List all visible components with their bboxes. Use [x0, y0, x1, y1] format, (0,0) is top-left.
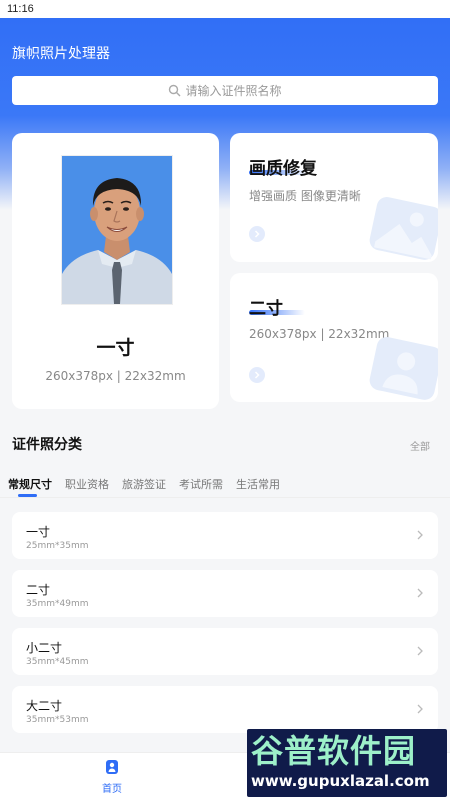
featured-card-one-inch[interactable]: 一寸 260x378px | 22x32mm — [12, 133, 219, 409]
list-item[interactable]: 小二寸 35mm*45mm — [12, 628, 438, 675]
list-item[interactable]: 一寸 25mm*35mm — [12, 512, 438, 559]
featured-main-subtitle: 260x378px | 22x32mm — [45, 369, 186, 383]
list-item[interactable]: 二寸 35mm*49mm — [12, 570, 438, 617]
person-deco-icon — [369, 337, 438, 400]
search-input[interactable]: 请输入证件照名称 — [12, 76, 438, 105]
sample-portrait — [61, 155, 173, 305]
active-tab-indicator — [18, 494, 37, 497]
item-name: 一寸 — [26, 525, 51, 539]
item-name: 二寸 — [26, 583, 51, 597]
search-icon — [169, 84, 181, 97]
watermark-title: 谷普软件园 — [251, 732, 417, 770]
status-time: 11:16 — [7, 3, 34, 15]
repair-arrow-button[interactable] — [249, 226, 265, 242]
chevron-right-icon — [417, 530, 423, 540]
two-inch-title: 二寸 — [249, 299, 283, 319]
item-size: 25mm*35mm — [26, 541, 89, 551]
chevron-right-icon — [417, 704, 423, 714]
repair-subtitle: 增强画质 图像更清晰 — [249, 189, 361, 203]
watermark-url: www.gupuxlazal.com — [251, 772, 430, 790]
item-name: 大二寸 — [26, 699, 63, 713]
chevron-right-icon — [417, 646, 423, 656]
search-placeholder: 请输入证件照名称 — [185, 84, 282, 98]
app-title: 旗帜照片处理器 — [12, 46, 110, 62]
two-inch-arrow-button[interactable] — [249, 367, 265, 383]
item-size: 35mm*49mm — [26, 599, 89, 609]
view-all-link[interactable]: 全部 — [410, 438, 430, 453]
arrow-right-icon — [254, 230, 260, 238]
home-icon — [106, 760, 118, 774]
item-name: 小二寸 — [26, 641, 63, 655]
tab-daily-life[interactable]: 生活常用 — [236, 476, 280, 492]
chevron-right-icon — [417, 588, 423, 598]
nav-home-label: 首页 — [102, 784, 122, 795]
list-item[interactable]: 大二寸 35mm*53mm — [12, 686, 438, 733]
nav-home[interactable]: 首页 — [92, 759, 132, 799]
category-section-title: 证件照分类 — [12, 437, 82, 453]
featured-main-title: 一寸 — [96, 337, 135, 359]
repair-title: 画质修复 — [249, 159, 317, 179]
category-tabs: 常规尺寸 职业资格 旅游签证 考试所需 生活常用 — [0, 470, 450, 498]
watermark: 谷普软件园 www.gupuxlazal.com — [247, 729, 447, 797]
tab-professional[interactable]: 职业资格 — [65, 476, 109, 492]
tab-exam[interactable]: 考试所需 — [179, 476, 223, 492]
featured-card-quality-repair[interactable]: 画质修复 增强画质 图像更清晰 — [230, 133, 438, 262]
featured-card-two-inch[interactable]: 二寸 260x378px | 22x32mm — [230, 273, 438, 402]
tab-travel-visa[interactable]: 旅游签证 — [122, 476, 166, 492]
status-bar: 11:16 — [0, 0, 450, 18]
item-size: 35mm*53mm — [26, 715, 89, 725]
arrow-right-icon — [254, 371, 260, 379]
item-size: 35mm*45mm — [26, 657, 89, 667]
tab-regular-size[interactable]: 常规尺寸 — [8, 476, 52, 492]
image-deco-icon — [369, 197, 438, 260]
